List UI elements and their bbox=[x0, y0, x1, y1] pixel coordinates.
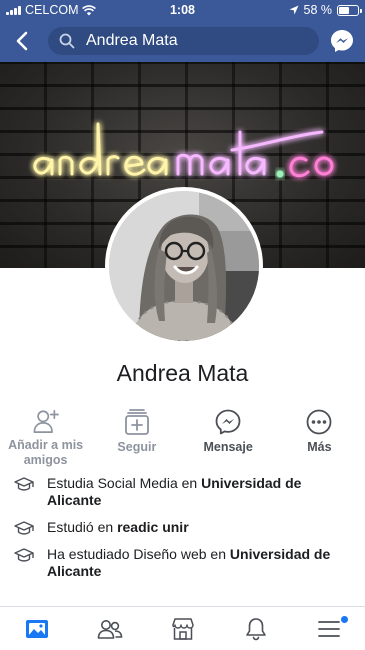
profile-picture[interactable] bbox=[105, 187, 263, 345]
follow-button[interactable]: Seguir bbox=[91, 408, 182, 468]
menu-icon bbox=[317, 620, 340, 637]
more-icon bbox=[306, 409, 332, 435]
add-friend-label: Añadir a mis amigos bbox=[8, 438, 84, 467]
intro-text: Estudió en bbox=[47, 519, 118, 535]
tab-menu[interactable] bbox=[292, 607, 365, 650]
intro-item-education: Estudió en readic unir bbox=[0, 519, 365, 536]
intro-item-education: Estudia Social Media en Universidad de A… bbox=[0, 475, 365, 509]
graduation-cap-icon bbox=[14, 477, 34, 491]
intro-institution-link[interactable]: readic unir bbox=[117, 519, 189, 535]
tab-friends[interactable] bbox=[73, 607, 146, 650]
battery-percent: 58 % bbox=[303, 3, 333, 17]
menu-badge bbox=[341, 616, 348, 623]
location-icon bbox=[289, 5, 298, 15]
follow-label: Seguir bbox=[117, 440, 157, 454]
intro-section: Estudia Social Media en Universidad de A… bbox=[0, 475, 365, 590]
tab-marketplace[interactable] bbox=[146, 607, 219, 650]
add-friend-icon bbox=[33, 409, 59, 433]
search-icon bbox=[59, 32, 77, 50]
marketplace-icon bbox=[171, 617, 194, 640]
more-label: Más bbox=[307, 440, 332, 454]
friends-icon bbox=[97, 619, 122, 639]
more-button[interactable]: Más bbox=[274, 408, 365, 468]
nav-bar: Andrea Mata bbox=[0, 22, 365, 60]
intro-text: Ha estudiado Diseño web en bbox=[47, 546, 230, 562]
messenger-icon bbox=[215, 409, 241, 435]
search-value: Andrea Mata bbox=[86, 32, 178, 49]
message-label: Mensaje bbox=[203, 440, 253, 454]
battery-icon bbox=[337, 4, 362, 16]
bell-icon bbox=[245, 617, 266, 640]
intro-item-education: Ha estudiado Diseño web en Universidad d… bbox=[0, 546, 365, 580]
add-friend-button[interactable]: Añadir a mis amigos bbox=[0, 408, 91, 468]
avatar-image bbox=[109, 191, 259, 341]
message-button[interactable]: Mensaje bbox=[183, 408, 274, 468]
news-feed-icon bbox=[25, 619, 48, 638]
avatar-photo bbox=[109, 191, 259, 341]
profile-actions: Añadir a mis amigos Seguir Mensaje Más bbox=[0, 408, 365, 468]
search-input[interactable]: Andrea Mata bbox=[48, 27, 319, 55]
status-bar: CELCOM 1:08 58 % bbox=[0, 0, 365, 20]
graduation-cap-icon bbox=[14, 521, 34, 535]
back-button[interactable] bbox=[12, 30, 34, 52]
top-bar: CELCOM 1:08 58 % Andrea Mata bbox=[0, 0, 365, 62]
tab-notifications[interactable] bbox=[219, 607, 292, 650]
status-right: 58 % bbox=[289, 3, 362, 17]
follow-icon bbox=[124, 409, 149, 435]
intro-text: Estudia Social Media en bbox=[47, 475, 202, 491]
messenger-button[interactable] bbox=[329, 28, 355, 54]
tab-news-feed[interactable] bbox=[0, 607, 73, 650]
bottom-tab-bar bbox=[0, 606, 365, 650]
profile-name: Andrea Mata bbox=[116, 360, 249, 386]
graduation-cap-icon bbox=[14, 548, 34, 562]
